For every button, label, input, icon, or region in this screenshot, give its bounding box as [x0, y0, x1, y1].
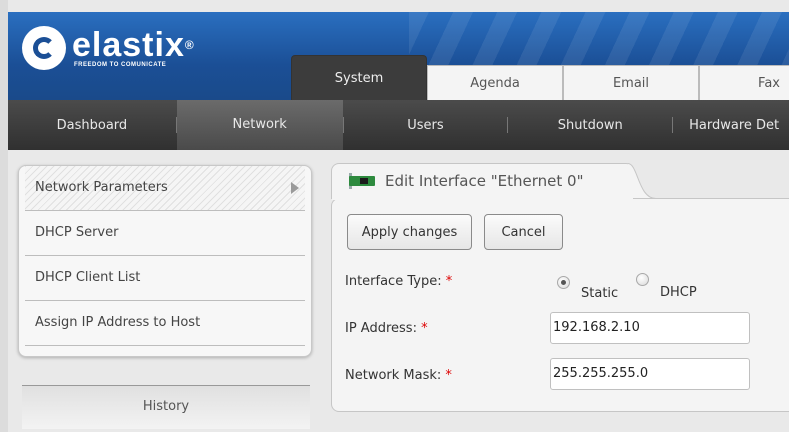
sidebar-item-dhcp-server[interactable]: DHCP Server	[25, 211, 305, 256]
tab-email[interactable]: Email	[563, 65, 699, 100]
left-edge	[0, 0, 8, 432]
tab-agenda[interactable]: Agenda	[427, 65, 563, 100]
panel-tab-slope	[628, 163, 656, 199]
ip-address-label: IP Address: *	[345, 321, 428, 336]
menu-item-shutdown[interactable]: Shutdown	[508, 118, 672, 133]
dhcp-radio[interactable]	[636, 273, 649, 286]
sidebar-item-assign-ip[interactable]: Assign IP Address to Host	[25, 301, 305, 346]
apply-changes-button[interactable]: Apply changes	[347, 214, 472, 250]
sidebar-item-label: Network Parameters	[35, 180, 168, 195]
menu-item-network[interactable]: Network	[176, 100, 343, 150]
dhcp-radio-label: DHCP	[660, 285, 697, 300]
sidebar: Network Parameters DHCP Server DHCP Clie…	[18, 165, 312, 357]
static-radio[interactable]	[557, 276, 570, 289]
menu-item-hardware-detection[interactable]: Hardware Det	[673, 118, 789, 133]
sidebar-item-network-parameters[interactable]: Network Parameters	[25, 166, 305, 211]
arrow-right-icon	[291, 182, 299, 194]
sidebar-item-label: DHCP Server	[35, 225, 119, 240]
sidebar-item-label: DHCP Client List	[35, 270, 141, 285]
tab-seam	[332, 196, 633, 200]
tab-system[interactable]: System	[291, 55, 427, 100]
tab-fax[interactable]: Fax	[699, 65, 789, 100]
panel-title: Edit Interface "Ethernet 0"	[349, 172, 583, 190]
sidebar-item-label: Assign IP Address to Host	[35, 315, 201, 330]
cancel-button[interactable]: Cancel	[484, 214, 563, 250]
interface-type-label: Interface Type: *	[345, 274, 453, 289]
menu-item-dashboard[interactable]: Dashboard	[8, 118, 176, 133]
elastix-logo[interactable]: elastix® FREEDOM TO COMUNICATE	[22, 26, 195, 70]
network-mask-input[interactable]: 255.255.255.0	[550, 358, 750, 390]
menu-item-users[interactable]: Users	[344, 118, 508, 133]
history-button[interactable]: History	[22, 385, 310, 429]
top-tabs: System Agenda Email Fax	[291, 55, 789, 100]
ip-address-input[interactable]: 192.168.2.10	[550, 312, 750, 344]
sidebar-item-dhcp-client-list[interactable]: DHCP Client List	[25, 256, 305, 301]
panel-title-text: Edit Interface "Ethernet 0"	[385, 172, 584, 190]
elastix-logo-icon	[22, 26, 66, 70]
app-header: elastix® FREEDOM TO COMUNICATE System Ag…	[8, 12, 789, 100]
network-mask-label: Network Mask: *	[345, 368, 452, 383]
static-radio-label: Static	[581, 286, 619, 301]
logo-name: elastix®	[72, 26, 195, 64]
main-menu: Dashboard Network Users Shutdown Hardwar…	[8, 100, 789, 150]
network-card-icon	[349, 173, 375, 189]
